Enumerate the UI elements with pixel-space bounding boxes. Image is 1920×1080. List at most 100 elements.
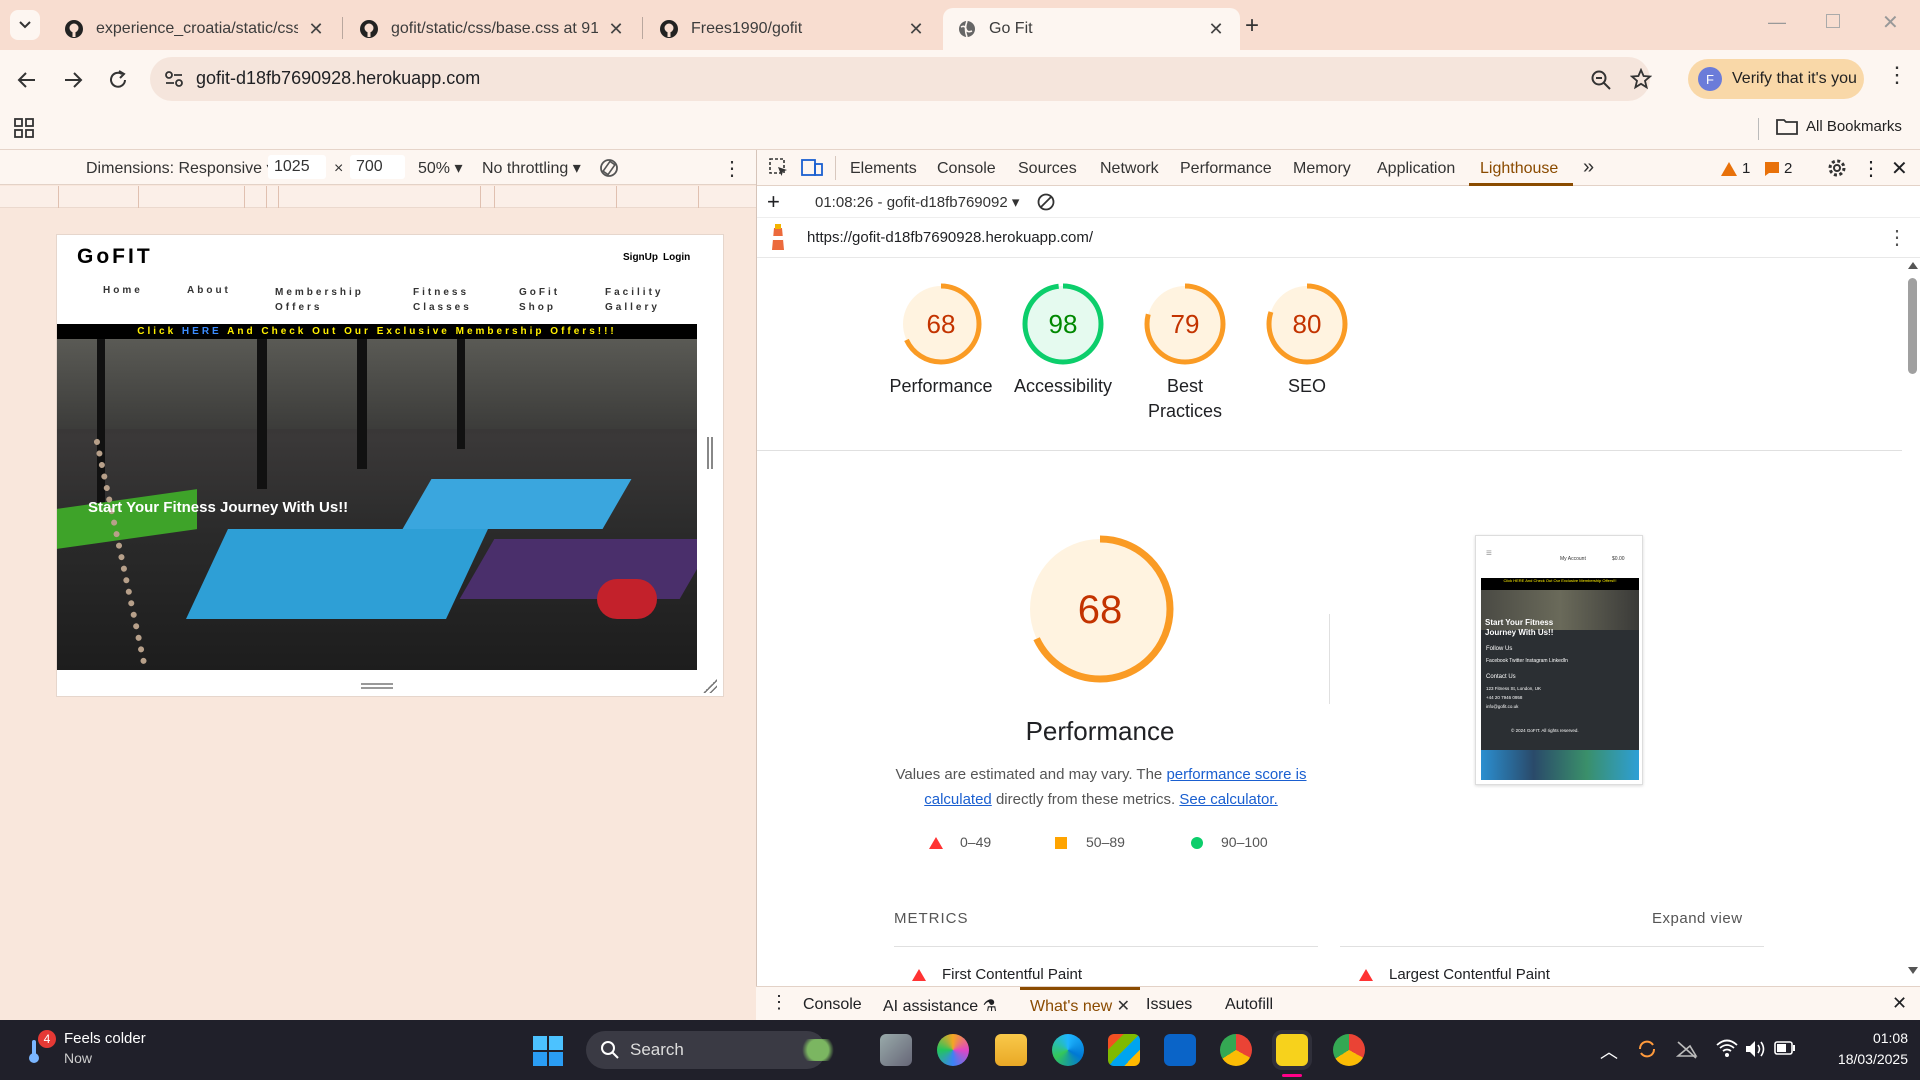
browser-tab-2[interactable]: gofit/static/css/base.css at 918e ✕	[345, 8, 640, 50]
clear-icon[interactable]	[1037, 193, 1055, 211]
file-explorer-icon[interactable]	[995, 1034, 1027, 1066]
tab-network[interactable]: Network	[1100, 160, 1159, 178]
apps-grid-icon[interactable]	[14, 118, 34, 138]
height-input[interactable]: 700	[350, 155, 405, 179]
report-url[interactable]: https://gofit-d18fb7690928.herokuapp.com…	[807, 229, 1093, 246]
windows-start-icon[interactable]	[533, 1036, 563, 1066]
see-calculator-link[interactable]: See calculator.	[1179, 791, 1277, 808]
issues-badge[interactable]: 2	[1765, 160, 1792, 177]
resize-corner-handle[interactable]	[703, 679, 717, 693]
site-info-icon[interactable]	[164, 70, 184, 88]
score-gauge-performance[interactable]: 68	[899, 282, 983, 366]
login-link[interactable]: Login	[663, 252, 690, 263]
restore-button[interactable]	[1826, 14, 1840, 28]
score-gauge-best-practices[interactable]: 79	[1143, 282, 1227, 366]
zoom-select[interactable]: 50% ▾	[418, 158, 463, 178]
tab-application[interactable]: Application	[1377, 160, 1455, 178]
width-input[interactable]: 1025	[268, 155, 326, 179]
report-menu-icon[interactable]: ⋮	[1887, 225, 1907, 250]
nav-shop[interactable]: GoFit Shop	[519, 285, 560, 315]
offer-banner[interactable]: Click HERE And Check Out Our Exclusive M…	[57, 324, 697, 339]
device-toggle-icon[interactable]	[801, 158, 823, 178]
tray-overflow-icon[interactable]: ︿	[1600, 1038, 1618, 1064]
report-scrollbar[interactable]	[1905, 258, 1919, 978]
tab-elements[interactable]: Elements	[850, 160, 917, 178]
close-icon[interactable]: ✕	[1206, 19, 1226, 40]
tab-search-button[interactable]	[10, 10, 40, 40]
tab-lighthouse[interactable]: Lighthouse	[1480, 160, 1558, 178]
banner-link[interactable]: HERE	[182, 326, 222, 337]
tab-memory[interactable]: Memory	[1293, 160, 1351, 178]
verify-identity-button[interactable]: F Verify that it's you	[1688, 59, 1864, 99]
outlook-icon[interactable]	[1164, 1034, 1196, 1066]
scroll-up-arrow[interactable]	[1908, 262, 1918, 269]
browser-menu-icon[interactable]: ⋮	[1886, 64, 1908, 86]
nav-home[interactable]: Home	[103, 285, 143, 296]
nav-fitness[interactable]: Fitness Classes	[413, 285, 472, 315]
score-gauge-accessibility[interactable]: 98	[1021, 282, 1105, 366]
network-off-icon[interactable]	[1676, 1040, 1698, 1060]
back-arrow-icon[interactable]	[16, 69, 38, 91]
copilot-icon[interactable]	[937, 1034, 969, 1066]
minimize-button[interactable]: —	[1768, 12, 1786, 33]
warnings-badge[interactable]: 1	[1721, 160, 1750, 177]
device-more-icon[interactable]: ⋮	[722, 156, 742, 181]
task-view-icon[interactable]	[880, 1034, 912, 1066]
tab-performance[interactable]: Performance	[1180, 160, 1272, 178]
browser-tab-3[interactable]: Frees1990/gofit ✕	[645, 8, 940, 50]
nav-gallery[interactable]: Facility Gallery	[605, 285, 663, 315]
browser-tab-active[interactable]: Go Fit ✕	[943, 8, 1240, 50]
drawer-tab-issues[interactable]: Issues	[1146, 996, 1192, 1014]
tab-sources[interactable]: Sources	[1018, 160, 1077, 178]
nav-about[interactable]: About	[187, 285, 231, 296]
new-tab-button[interactable]: +	[1245, 12, 1259, 40]
drawer-tab-whats-new[interactable]: What's new ✕	[1030, 996, 1130, 1016]
final-screenshot[interactable]: ≡ My Account $0.00 Click HERE And Check …	[1475, 535, 1643, 785]
drawer-close-icon[interactable]: ✕	[1892, 993, 1907, 1014]
site-logo[interactable]: GoFIT	[77, 245, 153, 269]
drawer-menu-icon[interactable]: ⋮	[770, 992, 788, 1013]
scroll-thumb[interactable]	[1908, 278, 1917, 374]
zoom-icon[interactable]	[1590, 69, 1612, 91]
all-bookmarks-button[interactable]: All Bookmarks	[1776, 117, 1902, 135]
window-close-button[interactable]: ✕	[1882, 10, 1899, 35]
resize-handle-bottom[interactable]	[361, 683, 393, 689]
close-icon[interactable]: ✕	[906, 19, 926, 40]
close-icon[interactable]: ✕	[606, 19, 626, 40]
score-gauge-seo[interactable]: 80	[1265, 282, 1349, 366]
drawer-tab-autofill[interactable]: Autofill	[1225, 996, 1273, 1014]
resize-handle-right[interactable]	[707, 437, 713, 469]
expand-view-button[interactable]: Expand view	[1652, 910, 1743, 927]
tab-console[interactable]: Console	[937, 160, 996, 178]
wifi-icon[interactable]	[1716, 1038, 1738, 1058]
forward-arrow-icon[interactable]	[62, 69, 84, 91]
volume-icon[interactable]	[1744, 1038, 1768, 1060]
sticky-notes-icon[interactable]	[1276, 1034, 1308, 1066]
reload-icon[interactable]	[107, 69, 129, 91]
address-bar[interactable]: gofit-d18fb7690928.herokuapp.com	[150, 57, 1652, 101]
url-text[interactable]: gofit-d18fb7690928.herokuapp.com	[196, 68, 480, 89]
close-icon[interactable]: ✕	[1117, 998, 1130, 1015]
chrome-icon[interactable]	[1220, 1034, 1252, 1066]
throttling-select[interactable]: No throttling ▾	[482, 158, 581, 178]
signup-link[interactable]: SignUp	[623, 252, 658, 263]
devtools-menu-icon[interactable]: ⋮	[1861, 156, 1881, 181]
taskbar-search[interactable]: Search	[586, 1031, 842, 1069]
chrome-profile-icon[interactable]	[1333, 1034, 1365, 1066]
settings-gear-icon[interactable]	[1827, 158, 1847, 178]
report-selector[interactable]: 01:08:26 - gofit-d18fb769092 ▾	[815, 193, 1019, 211]
store-icon[interactable]	[1108, 1034, 1140, 1066]
drawer-tab-ai[interactable]: AI assistance ⚗	[883, 996, 997, 1016]
drawer-tab-console[interactable]: Console	[803, 996, 862, 1014]
close-icon[interactable]: ✕	[306, 19, 326, 40]
weather-widget[interactable]: 4 Feels colder Now	[22, 1030, 182, 1072]
dimensions-select[interactable]: Dimensions: Responsive ▾	[86, 158, 275, 178]
edge-icon[interactable]	[1052, 1034, 1084, 1066]
clock[interactable]: 01:08 18/03/2025	[1810, 1028, 1908, 1070]
browser-tab-1[interactable]: experience_croatia/static/css/m ✕	[50, 8, 340, 50]
sync-icon[interactable]	[1636, 1038, 1658, 1060]
devtools-close-icon[interactable]: ✕	[1891, 156, 1908, 181]
more-tabs-icon[interactable]: »	[1583, 156, 1594, 179]
star-icon[interactable]	[1630, 68, 1652, 90]
inspect-element-icon[interactable]	[769, 158, 789, 178]
